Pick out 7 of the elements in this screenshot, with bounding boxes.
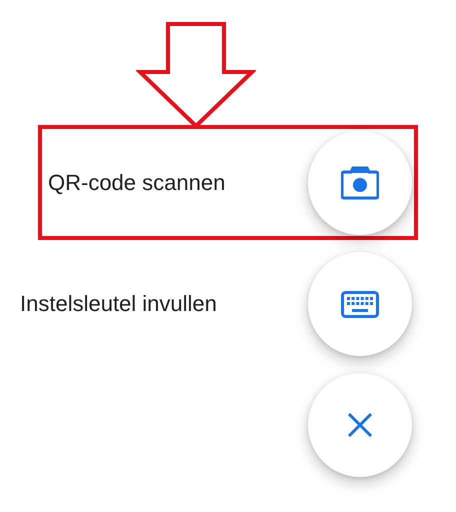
close-icon xyxy=(347,412,373,438)
action-button[interactable] xyxy=(308,252,412,356)
keyboard-icon xyxy=(341,290,379,318)
action-label: QR-code scannen xyxy=(48,170,226,196)
action-label: Instelsleutel invullen xyxy=(20,291,217,317)
action-button[interactable] xyxy=(308,130,412,234)
camera-icon xyxy=(341,166,379,200)
